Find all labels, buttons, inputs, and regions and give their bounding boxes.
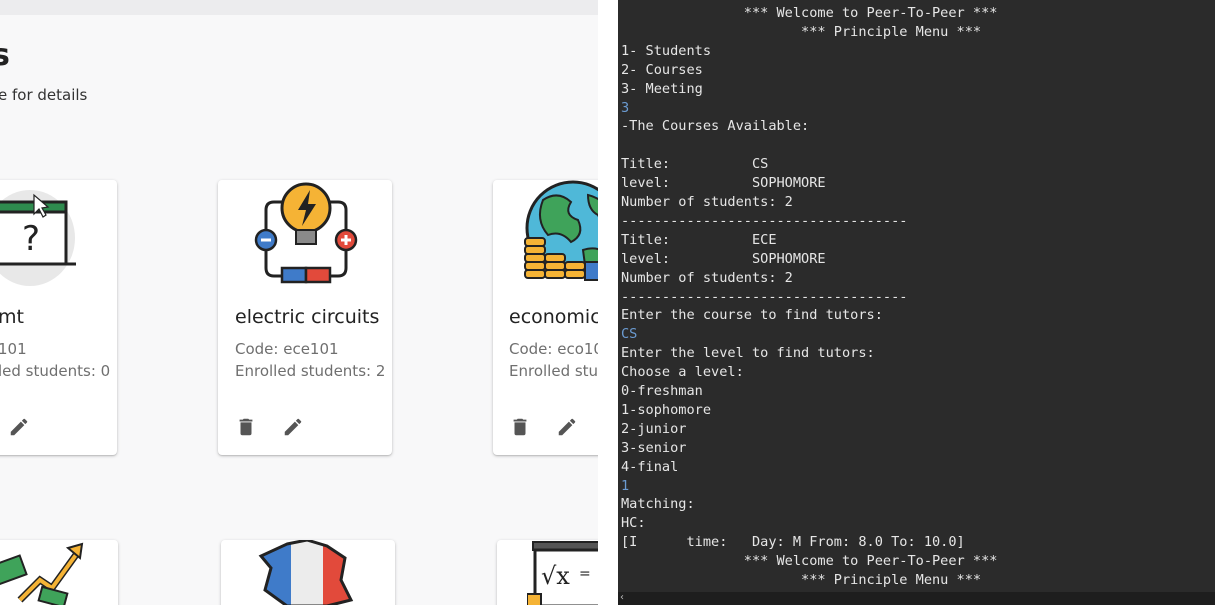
- terminal-line: 1-sophomore: [621, 401, 712, 418]
- globe-coins-icon: [524, 180, 598, 281]
- terminal-line: *** Welcome to Peer-To-Peer ***: [621, 553, 998, 570]
- page-subtitle: e for details: [0, 86, 88, 104]
- course-name: economic: [509, 306, 598, 328]
- course-code: Code: eco10: [509, 340, 598, 358]
- course-enrolled: Enrolled students: 2: [235, 362, 386, 380]
- terminal-line: -----------------------------------: [621, 212, 908, 229]
- terminal-line: Title: CS: [621, 156, 769, 173]
- terminal-line: Choose a level:: [621, 364, 744, 381]
- course-card[interactable]: electric circuits Code: ece101 Enrolled …: [218, 180, 392, 455]
- window-gap: [598, 0, 618, 605]
- terminal-user-input: 1: [621, 477, 630, 494]
- terminal-line: level: SOPHOMORE: [621, 175, 826, 192]
- course-name: mt: [0, 306, 24, 328]
- terminal-line: *** Principle Menu ***: [621, 23, 982, 40]
- terminal-line: HC:: [621, 515, 646, 532]
- terminal-line: *** Welcome to Peer-To-Peer ***: [621, 5, 998, 21]
- terminal-line: [I time: Day: M From: 8.0 To: 10.0]: [621, 534, 965, 551]
- lightbulb-circuit-icon: [254, 182, 358, 284]
- terminal-line: level: SOPHOMORE: [621, 250, 826, 267]
- terminal-line: Enter the level to find tutors:: [621, 345, 875, 362]
- terminal-line: *** Principle Menu ***: [621, 572, 982, 588]
- page-title: s: [0, 38, 10, 73]
- scroll-left-arrow-icon[interactable]: ‹: [620, 592, 624, 603]
- delete-icon[interactable]: [509, 416, 531, 438]
- money-growth-icon: [0, 542, 84, 605]
- course-card[interactable]: [221, 540, 395, 605]
- terminal-line: 1- Students: [621, 42, 712, 59]
- terminal-line: 3-senior: [621, 439, 687, 456]
- terminal-line: 3- Meeting: [621, 80, 703, 97]
- svg-text:?: ?: [22, 219, 40, 259]
- top-app-bar: [0, 0, 598, 15]
- terminal-line: 2- Courses: [621, 61, 703, 78]
- courses-web-panel: s e for details ? mt 101 led students: 0: [0, 0, 598, 605]
- course-code: Code: ece101: [235, 340, 339, 358]
- terminal-line: Number of students: 2: [621, 194, 793, 210]
- math-board-icon: √x =: [527, 541, 598, 605]
- delete-icon[interactable]: [235, 416, 257, 438]
- terminal-line: Matching:: [621, 496, 695, 513]
- terminal-line: 4-final: [621, 458, 679, 475]
- terminal-user-input: 3: [621, 99, 630, 116]
- terminal-line: -----------------------------------: [621, 288, 908, 305]
- course-card[interactable]: economic Code: eco10 Enrolled stud: [493, 180, 598, 455]
- terminal-line: Number of students: 2: [621, 269, 793, 286]
- course-card[interactable]: [0, 540, 118, 605]
- edit-icon[interactable]: [556, 416, 578, 438]
- terminal-line: 0-freshman: [621, 383, 703, 399]
- terminal-output[interactable]: *** Welcome to Peer-To-Peer *** *** Prin…: [618, 0, 1215, 605]
- terminal-line: 2-junior: [621, 420, 687, 437]
- course-enrolled: Enrolled stud: [509, 362, 598, 380]
- question-laptop-icon: ?: [0, 190, 76, 286]
- course-code: 101: [0, 340, 27, 358]
- course-enrolled: led students: 0: [0, 362, 111, 380]
- svg-text:=: =: [579, 566, 591, 582]
- terminal-line: -The Courses Available:: [621, 118, 810, 135]
- terminal-user-input: CS: [621, 326, 638, 343]
- edit-icon[interactable]: [8, 416, 30, 438]
- terminal-line: Title: ECE: [621, 231, 777, 248]
- terminal-line: Enter the course to find tutors:: [621, 307, 883, 324]
- edit-icon[interactable]: [282, 416, 304, 438]
- course-card[interactable]: ? mt 101 led students: 0: [0, 180, 117, 455]
- svg-text:√x: √x: [541, 562, 570, 590]
- course-card[interactable]: √x =: [497, 540, 598, 605]
- france-map-icon: [258, 540, 354, 605]
- horizontal-scrollbar[interactable]: ‹: [618, 592, 1215, 605]
- course-name: electric circuits: [235, 306, 380, 328]
